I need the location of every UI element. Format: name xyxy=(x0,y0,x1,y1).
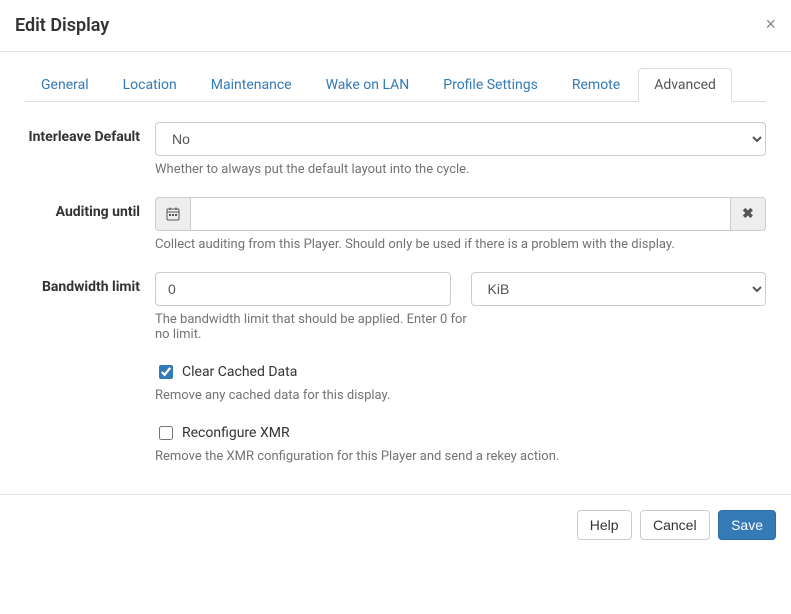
tab-profile-settings[interactable]: Profile Settings xyxy=(427,68,554,102)
bandwidth-unit-select[interactable]: KiB xyxy=(471,272,767,306)
field-clear-cache: Clear Cached Data Remove any cached data… xyxy=(25,362,766,403)
modal-header: Edit Display × xyxy=(0,0,791,52)
tab-location[interactable]: Location xyxy=(107,68,193,102)
auditing-label: Auditing until xyxy=(25,197,155,252)
auditing-help: Collect auditing from this Player. Shoul… xyxy=(155,237,766,252)
field-interleave: Interleave Default No Whether to always … xyxy=(25,122,766,177)
tab-general[interactable]: General xyxy=(25,68,105,102)
interleave-select[interactable]: No xyxy=(155,122,766,156)
bandwidth-help: The bandwidth limit that should be appli… xyxy=(155,312,475,342)
reconfigure-xmr-help: Remove the XMR configuration for this Pl… xyxy=(155,449,766,464)
reconfigure-xmr-checkbox[interactable] xyxy=(159,426,173,440)
modal-footer: Help Cancel Save xyxy=(0,494,791,555)
tab-maintenance[interactable]: Maintenance xyxy=(195,68,308,102)
field-reconfigure-xmr: Reconfigure XMR Remove the XMR configura… xyxy=(25,423,766,464)
interleave-help: Whether to always put the default layout… xyxy=(155,162,766,177)
clear-cache-help: Remove any cached data for this display. xyxy=(155,388,766,403)
tab-remote[interactable]: Remote xyxy=(556,68,636,102)
save-button[interactable]: Save xyxy=(718,510,776,540)
reconfigure-xmr-label[interactable]: Reconfigure XMR xyxy=(182,425,290,441)
calendar-icon[interactable] xyxy=(155,197,190,231)
tab-wake-on-lan[interactable]: Wake on LAN xyxy=(310,68,426,102)
field-bandwidth: Bandwidth limit KiB The bandwidth limit … xyxy=(25,272,766,342)
cancel-button[interactable]: Cancel xyxy=(640,510,710,540)
clear-cache-label[interactable]: Clear Cached Data xyxy=(182,364,297,380)
auditing-input[interactable] xyxy=(190,197,730,231)
bandwidth-label: Bandwidth limit xyxy=(25,272,155,342)
modal-body: General Location Maintenance Wake on LAN… xyxy=(0,52,791,494)
field-auditing: Auditing until ✖ Collect auditing from t… xyxy=(25,197,766,252)
modal-title: Edit Display xyxy=(15,15,109,36)
interleave-label: Interleave Default xyxy=(25,122,155,177)
help-button[interactable]: Help xyxy=(577,510,632,540)
bandwidth-input[interactable] xyxy=(155,272,451,306)
tab-advanced[interactable]: Advanced xyxy=(638,68,732,102)
tab-bar: General Location Maintenance Wake on LAN… xyxy=(25,67,766,102)
clear-cache-checkbox[interactable] xyxy=(159,365,173,379)
clear-icon[interactable]: ✖ xyxy=(731,197,766,231)
close-icon[interactable]: × xyxy=(765,15,776,33)
